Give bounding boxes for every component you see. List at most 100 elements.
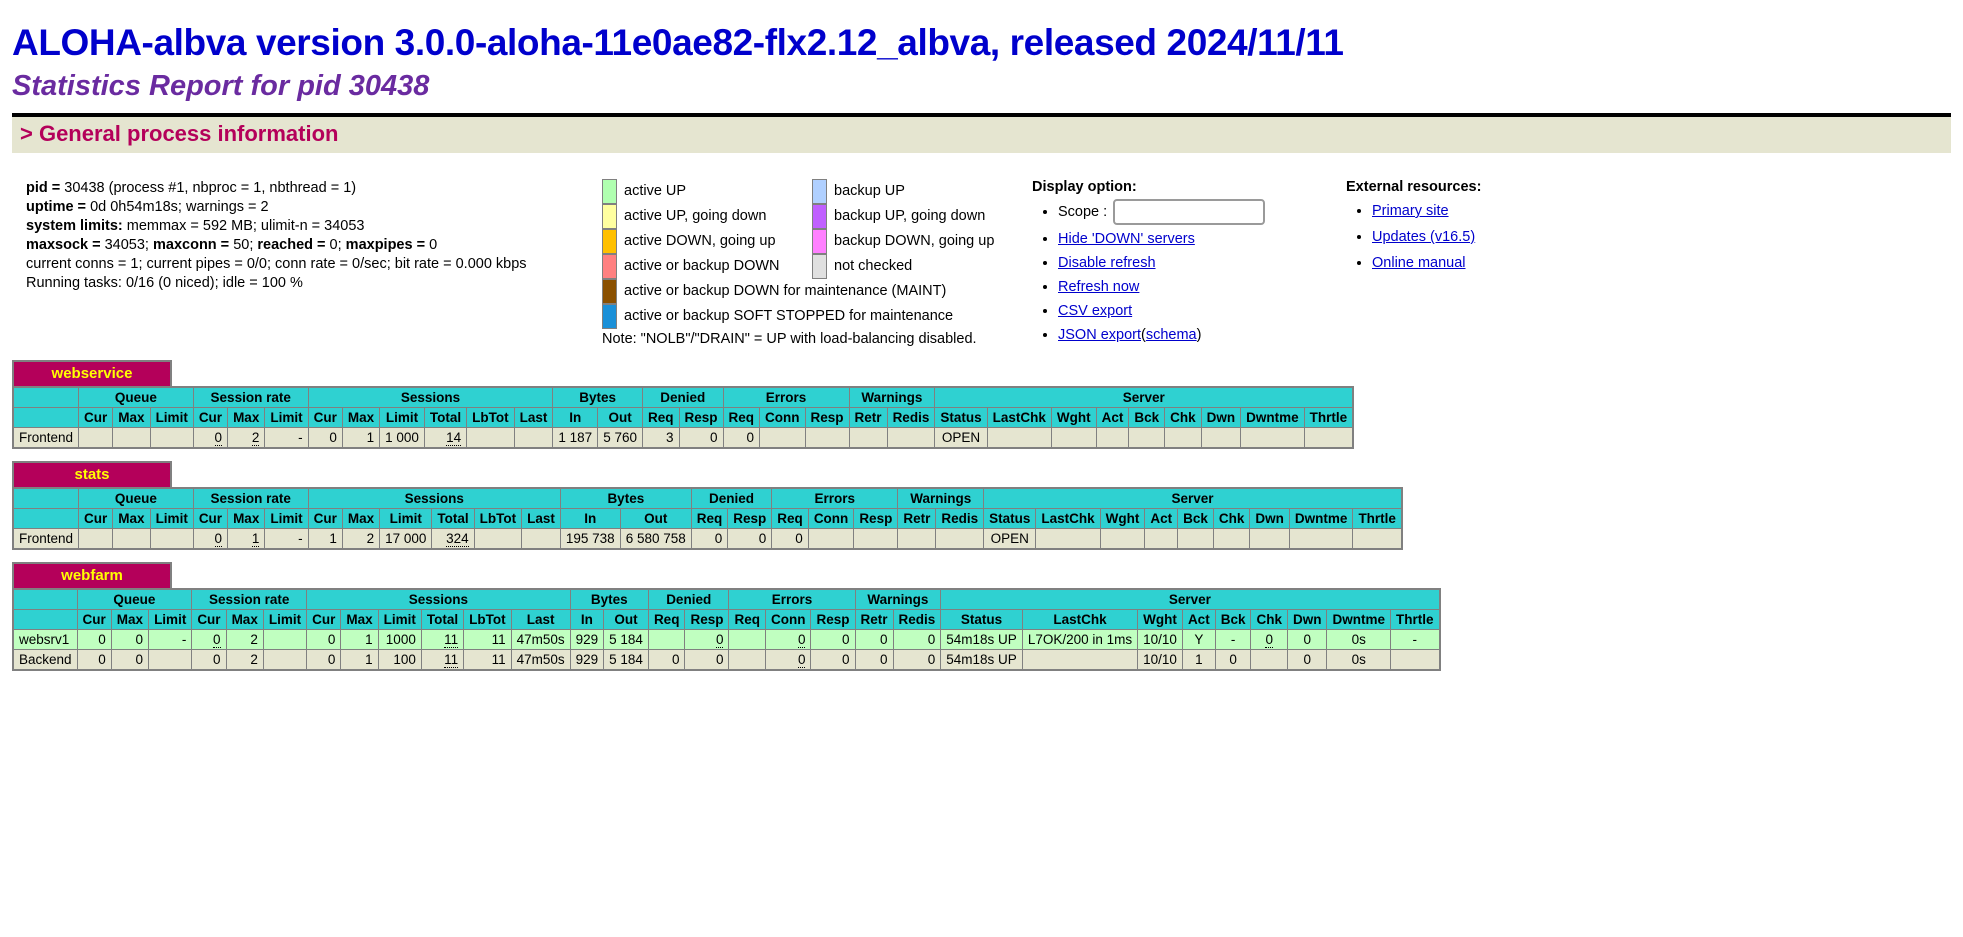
column-header-s-limit[interactable]: Limit (377, 609, 422, 630)
column-header-e-conn[interactable]: Conn (764, 609, 812, 630)
column-header-q-limit[interactable]: Limit (149, 407, 194, 428)
tooltip-value[interactable]: 14 (446, 430, 462, 446)
tooltip-value[interactable]: 0 (214, 531, 223, 547)
column-header-sv-chk[interactable]: Chk (1250, 609, 1288, 630)
column-header-b-in[interactable]: In (559, 508, 621, 529)
column-header-w-redis[interactable]: Redis (935, 508, 985, 529)
column-header-q-max[interactable]: Max (112, 508, 151, 529)
column-header-sv-status[interactable]: Status (983, 508, 1037, 529)
column-header-blank[interactable] (12, 407, 80, 428)
refresh-now-item[interactable]: Refresh now (1058, 277, 1332, 297)
column-header-blank[interactable] (12, 609, 78, 630)
column-header-s-lbtot[interactable]: LbTot (466, 407, 515, 428)
column-header-s-total[interactable]: Total (431, 508, 475, 529)
scope-input[interactable] (1113, 199, 1266, 225)
column-header-sr-limit[interactable]: Limit (262, 609, 308, 630)
column-header-s-max[interactable]: Max (341, 508, 381, 529)
column-header-sr-cur[interactable]: Cur (191, 609, 227, 630)
primary-site-item[interactable]: Primary site (1372, 201, 1646, 221)
updates-link[interactable]: Updates (v16.5) (1372, 229, 1475, 245)
column-header-sv-wght[interactable]: Wght (1137, 609, 1183, 630)
column-header-s-limit[interactable]: Limit (379, 508, 433, 529)
table-row[interactable]: Frontend 0 1-1 2 17 000 324 195 738 6 580 758 0 0… (12, 528, 1403, 550)
column-header-q-cur[interactable]: Cur (76, 609, 112, 630)
csv-export-item[interactable]: CSV export (1058, 301, 1332, 321)
column-header-sv-act[interactable]: Act (1181, 609, 1216, 630)
column-header-sr-cur[interactable]: Cur (192, 508, 229, 529)
csv-export-link[interactable]: CSV export (1058, 303, 1132, 319)
column-header-b-in[interactable]: In (552, 407, 599, 428)
online-manual-item[interactable]: Online manual (1372, 253, 1646, 273)
column-header-sv-bck[interactable]: Bck (1214, 609, 1252, 630)
column-header-sr-limit[interactable]: Limit (264, 407, 309, 428)
refresh-now-link[interactable]: Refresh now (1058, 279, 1139, 295)
column-header-d-resp[interactable]: Resp (684, 609, 730, 630)
proxy-name-tag[interactable]: stats (12, 461, 172, 487)
online-manual-link[interactable]: Online manual (1372, 255, 1466, 271)
column-header-s-cur[interactable]: Cur (306, 609, 342, 630)
column-header-sr-limit[interactable]: Limit (264, 508, 309, 529)
column-header-e-resp[interactable]: Resp (804, 407, 850, 428)
column-header-b-out[interactable]: Out (619, 508, 692, 529)
column-header-sv-thrtle[interactable]: Thrtle (1303, 407, 1354, 428)
tooltip-value[interactable]: 11 (444, 632, 459, 648)
column-header-sv-dwn[interactable]: Dwn (1286, 609, 1328, 630)
column-header-sr-max[interactable]: Max (227, 508, 266, 529)
column-header-e-resp[interactable]: Resp (810, 609, 856, 630)
column-header-w-retr[interactable]: Retr (854, 609, 894, 630)
tooltip-value[interactable]: 0 (797, 652, 806, 668)
hide-down-servers-item[interactable]: Hide 'DOWN' servers (1058, 229, 1332, 249)
column-header-s-limit[interactable]: Limit (379, 407, 425, 428)
column-header-sv-chk[interactable]: Chk (1164, 407, 1202, 428)
column-header-sr-cur[interactable]: Cur (192, 407, 229, 428)
column-header-q-max[interactable]: Max (112, 407, 151, 428)
column-header-s-lbtot[interactable]: LbTot (463, 609, 512, 630)
column-header-sv-wght[interactable]: Wght (1099, 508, 1146, 529)
column-header-sv-lastchk[interactable]: LastChk (1021, 609, 1139, 630)
column-header-sv-dwn[interactable]: Dwn (1249, 508, 1290, 529)
column-header-e-conn[interactable]: Conn (759, 407, 806, 428)
tooltip-value[interactable]: 0 (797, 632, 806, 648)
column-header-d-resp[interactable]: Resp (727, 508, 773, 529)
column-header-s-max[interactable]: Max (340, 609, 379, 630)
column-header-sv-lastchk[interactable]: LastChk (986, 407, 1052, 428)
hide-down-servers-link[interactable]: Hide 'DOWN' servers (1058, 231, 1195, 247)
column-header-d-req[interactable]: Req (647, 609, 686, 630)
table-row[interactable]: Frontend 0 2-0 1 1 000 14 1 187 5 760 3 0 0 OPEN (12, 427, 1354, 449)
column-header-blank[interactable] (12, 508, 80, 529)
column-header-q-cur[interactable]: Cur (78, 407, 114, 428)
tooltip-value[interactable]: 0 (715, 632, 724, 648)
proxy-name-tag[interactable]: webfarm (12, 562, 172, 588)
column-header-sv-bck[interactable]: Bck (1177, 508, 1214, 529)
tooltip-value[interactable]: 0 (213, 632, 221, 648)
column-header-s-cur[interactable]: Cur (307, 407, 343, 428)
tooltip-value[interactable]: 1 (251, 531, 260, 547)
column-header-s-total[interactable]: Total (420, 609, 465, 630)
json-schema-link[interactable]: schema (1146, 327, 1197, 343)
column-header-sv-chk[interactable]: Chk (1212, 508, 1251, 529)
column-header-sv-thrtle[interactable]: Thrtle (1389, 609, 1441, 630)
proxy-name-tag[interactable]: webservice (12, 360, 172, 386)
tooltip-value[interactable]: 2 (251, 430, 260, 446)
column-header-sv-status[interactable]: Status (934, 407, 988, 428)
column-header-sv-dwn[interactable]: Dwn (1200, 407, 1242, 428)
column-header-sv-wght[interactable]: Wght (1050, 407, 1097, 428)
table-row[interactable]: websrv1 0 0-0 2 0 1 1000 11 11 47m50s 929 5 184 0 0 0 0… (12, 629, 1441, 650)
column-header-q-limit[interactable]: Limit (148, 609, 193, 630)
tooltip-value[interactable]: 0 (1265, 632, 1273, 648)
tooltip-value[interactable]: 11 (444, 652, 459, 668)
table-row[interactable]: Backend 0 0 0 2 0 1 100 11 11 47m50s 929 5 184 0 0 0 0 0 0… (12, 649, 1441, 671)
column-header-s-total[interactable]: Total (423, 407, 468, 428)
column-header-sr-max[interactable]: Max (225, 609, 264, 630)
tooltip-value[interactable]: 0 (214, 430, 223, 446)
column-header-s-cur[interactable]: Cur (307, 508, 343, 529)
column-header-s-lbtot[interactable]: LbTot (473, 508, 523, 529)
column-header-sv-dwntme[interactable]: Dwntme (1326, 609, 1391, 630)
column-header-sv-thrtle[interactable]: Thrtle (1352, 508, 1403, 529)
column-header-q-limit[interactable]: Limit (149, 508, 194, 529)
column-header-e-req[interactable]: Req (722, 407, 761, 428)
column-header-w-retr[interactable]: Retr (848, 407, 888, 428)
column-header-e-conn[interactable]: Conn (807, 508, 855, 529)
column-header-b-out[interactable]: Out (603, 609, 649, 630)
column-header-e-req[interactable]: Req (728, 609, 766, 630)
